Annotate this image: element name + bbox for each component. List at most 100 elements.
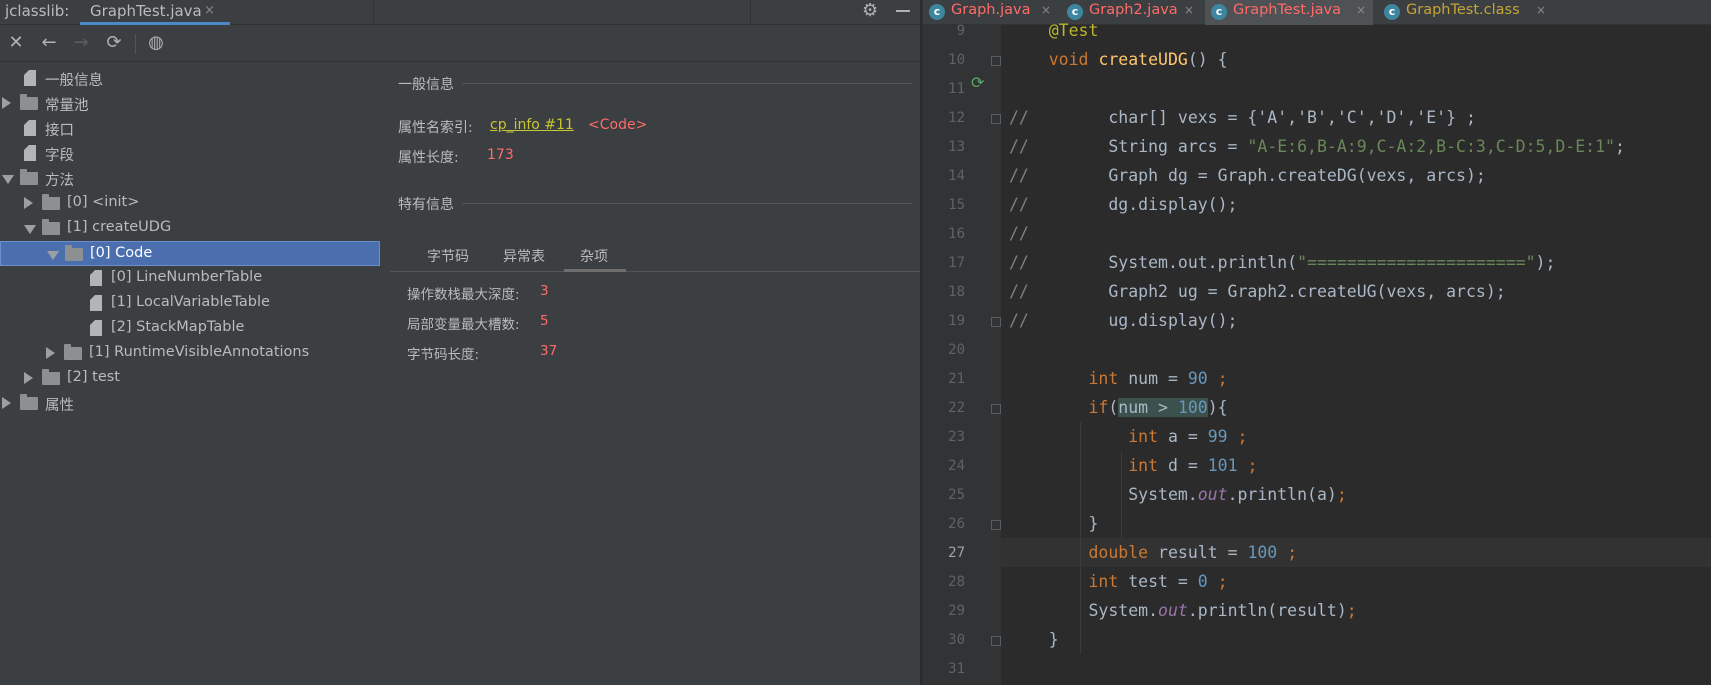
fold-icon[interactable] — [991, 56, 1001, 66]
fold-icon[interactable] — [991, 114, 1001, 124]
tree-node-label: [0] LineNumberTable — [111, 269, 263, 285]
line-number: 19 — [948, 313, 965, 329]
globe-icon[interactable]: ◍ — [145, 32, 167, 54]
tree-node-label: 方法 — [45, 173, 74, 189]
tree-node[interactable]: [2] test — [0, 366, 380, 391]
tree-node[interactable]: [0] LineNumberTable — [0, 266, 380, 291]
tree-node-label: [2] test — [67, 369, 120, 385]
tree-node[interactable]: 一般信息 — [0, 66, 380, 91]
close-icon[interactable]: × — [1536, 3, 1546, 17]
line-number: 28 — [948, 574, 965, 590]
attr-name-index-label: 属性名索引: — [398, 120, 473, 136]
tree-node[interactable]: [1] createUDG — [0, 216, 380, 241]
fold-icon[interactable] — [991, 317, 1001, 327]
run-test-icon[interactable]: ⟳ — [971, 73, 989, 92]
line-number: 23 — [948, 429, 965, 445]
code-line[interactable] — [1001, 335, 1711, 364]
file-icon — [90, 320, 102, 336]
code-line[interactable]: // char[] vexs = {'A','B','C','D','E'} ; — [1001, 103, 1711, 132]
tab-graphtest-bytecode[interactable]: GraphTest.java × — [80, 0, 230, 25]
tab-misc[interactable]: 杂项 — [580, 246, 608, 266]
code-length-value: 37 — [540, 343, 558, 359]
code-line[interactable]: double result = 100 ; — [1001, 538, 1711, 567]
collapsed-arrow-icon[interactable] — [2, 397, 11, 409]
collapsed-arrow-icon[interactable] — [46, 347, 55, 359]
tree-node[interactable]: [0] <init> — [0, 191, 380, 216]
collapsed-arrow-icon[interactable] — [2, 97, 11, 109]
expanded-arrow-icon[interactable] — [2, 175, 14, 184]
tree-node[interactable]: [2] StackMapTable — [0, 316, 380, 341]
folder-icon — [20, 94, 38, 110]
line-number: 12 — [948, 110, 965, 126]
tree-node[interactable]: [1] LocalVariableTable — [0, 291, 380, 316]
expanded-arrow-icon[interactable] — [47, 251, 59, 260]
tree-node[interactable]: [0] Code — [0, 241, 380, 266]
tree-node[interactable]: 字段 — [0, 141, 380, 166]
cp-info-link[interactable]: cp_info #11 — [490, 117, 574, 133]
close-icon[interactable]: × — [1356, 3, 1366, 17]
code-line[interactable]: int d = 101 ; — [1001, 451, 1711, 480]
code-line[interactable] — [1001, 74, 1711, 103]
code-line[interactable]: // Graph dg = Graph.createDG(vexs, arcs)… — [1001, 161, 1711, 190]
code-line[interactable]: System.out.println(result); — [1001, 596, 1711, 625]
code-line[interactable]: } — [1001, 625, 1711, 654]
code-line[interactable]: // String arcs = "A-E:6,B-A:9,C-A:2,B-C:… — [1001, 132, 1711, 161]
tree-node[interactable]: 接口 — [0, 116, 380, 141]
code-line[interactable]: int num = 90 ; — [1001, 364, 1711, 393]
line-number: 24 — [948, 458, 965, 474]
close-icon[interactable]: ✕ — [5, 32, 27, 54]
code-line[interactable]: // ug.display(); — [1001, 306, 1711, 335]
general-info-title: 一般信息 — [398, 77, 454, 93]
collapsed-arrow-icon[interactable] — [24, 197, 33, 209]
close-icon[interactable]: × — [1041, 3, 1051, 17]
tree-node-label: [1] LocalVariableTable — [111, 294, 270, 310]
toolbar: ✕ ← → ⟳ ◍ — [0, 26, 920, 62]
code-line[interactable]: int test = 0 ; — [1001, 567, 1711, 596]
code-line[interactable]: // dg.display(); — [1001, 190, 1711, 219]
code-line[interactable]: int a = 99 ; — [1001, 422, 1711, 451]
fold-icon[interactable] — [991, 636, 1001, 646]
jclasslib-panel: jclasslib: GraphTest.java × ⚙ ✕ ← → ⟳ ◍ … — [0, 0, 920, 685]
forward-arrow-icon[interactable]: → — [70, 32, 92, 54]
code-line[interactable]: // System.out.println("=================… — [1001, 248, 1711, 277]
folder-icon — [20, 169, 38, 185]
tab-exception-table[interactable]: 异常表 — [503, 246, 545, 266]
minimize-icon[interactable] — [896, 10, 910, 12]
line-number: 31 — [948, 661, 965, 677]
close-icon[interactable]: × — [204, 3, 215, 18]
line-number: 13 — [948, 139, 965, 155]
close-icon[interactable]: × — [1184, 3, 1194, 17]
tab-bytecode[interactable]: 字节码 — [427, 246, 469, 266]
tool-window-header: jclasslib: GraphTest.java × ⚙ — [0, 0, 920, 25]
code-line[interactable]: System.out.println(a); — [1001, 480, 1711, 509]
tree-node[interactable]: 常量池 — [0, 91, 380, 116]
fold-icon[interactable] — [991, 520, 1001, 530]
attr-length-label: 属性长度: — [398, 150, 459, 166]
collapsed-arrow-icon[interactable] — [24, 372, 33, 384]
expanded-arrow-icon[interactable] — [24, 225, 36, 234]
code-line[interactable]: void createUDG() { — [1001, 45, 1711, 74]
active-tab-indicator — [80, 22, 230, 25]
attr-length-value: 173 — [487, 147, 514, 163]
tree-node-label: [1] createUDG — [67, 219, 172, 235]
tree-node[interactable]: [1] RuntimeVisibleAnnotations — [0, 341, 380, 366]
refresh-icon[interactable]: ⟳ — [103, 32, 125, 54]
fold-icon[interactable] — [991, 404, 1001, 414]
code-area[interactable]: @Test void createUDG() {// char[] vexs =… — [1001, 21, 1711, 685]
code-line[interactable]: if(num > 100){ — [1001, 393, 1711, 422]
back-arrow-icon[interactable]: ← — [38, 32, 60, 54]
code-line[interactable]: // — [1001, 219, 1711, 248]
attribute-detail-panel: 一般信息 属性名索引: cp_info #11 <Code> 属性长度: 173… — [390, 62, 920, 685]
code-line[interactable] — [1001, 654, 1711, 683]
code-line[interactable]: } — [1001, 509, 1711, 538]
file-icon — [90, 270, 102, 286]
tab-label: GraphTest.java — [90, 2, 202, 20]
tree-node-label: 接口 — [45, 123, 74, 139]
tree-node-label: 一般信息 — [45, 73, 103, 89]
code-line[interactable]: @Test — [1001, 16, 1711, 45]
tree-node[interactable]: 方法 — [0, 166, 380, 191]
code-line[interactable]: // Graph2 ug = Graph2.createUG(vexs, arc… — [1001, 277, 1711, 306]
gear-icon[interactable]: ⚙ — [862, 0, 878, 21]
tree-node[interactable]: 属性 — [0, 391, 380, 416]
line-number: 29 — [948, 603, 965, 619]
